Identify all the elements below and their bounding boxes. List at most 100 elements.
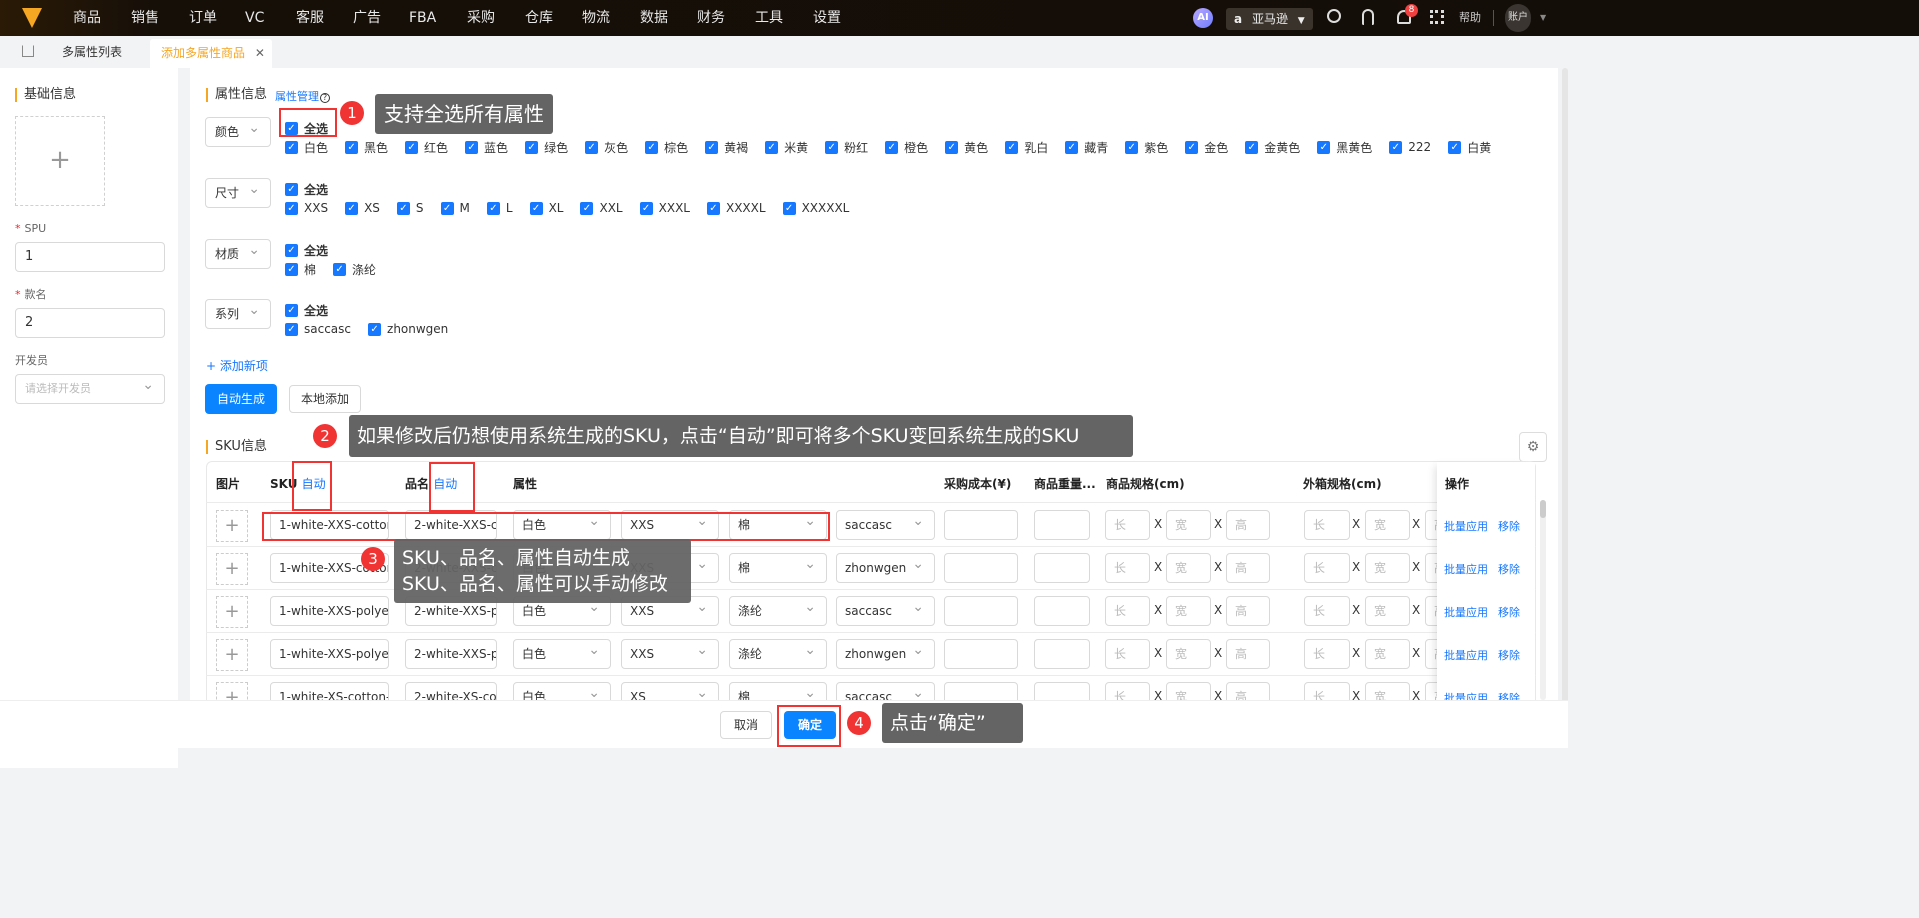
outer-width-input[interactable]: 宽: [1365, 510, 1410, 540]
attr-value-checkbox[interactable]: ✓ S: [396, 198, 424, 218]
attr-value-checkbox[interactable]: ✓ zhonwgen: [368, 319, 448, 339]
attr-value-checkbox[interactable]: ✓ XXL: [580, 198, 623, 218]
batch-apply-link[interactable]: 批量应用: [1444, 604, 1488, 620]
home-icon[interactable]: [22, 45, 34, 57]
spec-height-input[interactable]: 高: [1226, 553, 1270, 583]
row-image-upload[interactable]: +: [216, 553, 248, 585]
attr-group-select[interactable]: 材质: [205, 239, 271, 269]
nav-item[interactable]: FBA: [409, 0, 436, 36]
ai-button[interactable]: AI: [1193, 8, 1213, 28]
attr-group-select[interactable]: 颜色: [205, 117, 271, 147]
nav-item[interactable]: 财务: [697, 0, 725, 36]
outer-length-input[interactable]: 长: [1304, 596, 1350, 626]
tab-list[interactable]: 多属性列表: [62, 36, 122, 68]
attr-manage-link[interactable]: 属性管理?: [275, 88, 330, 104]
apps-grid-icon[interactable]: [1430, 10, 1444, 24]
attr-value-checkbox[interactable]: ✓ L: [486, 198, 513, 218]
weight-input[interactable]: [1034, 510, 1090, 540]
help-link[interactable]: 帮助: [1459, 0, 1481, 36]
spec-height-input[interactable]: 高: [1226, 596, 1270, 626]
batch-apply-link[interactable]: 批量应用: [1444, 561, 1488, 577]
attr-value-checkbox[interactable]: ✓ 绿色: [525, 137, 568, 157]
attr-value-checkbox[interactable]: ✓ 222: [1389, 137, 1431, 157]
spec-length-input[interactable]: 长: [1105, 639, 1150, 669]
attr-value-checkbox[interactable]: ✓ 黑色: [345, 137, 388, 157]
cost-input[interactable]: [944, 639, 1018, 669]
platform-selector[interactable]: a 亚马逊 ▼: [1226, 8, 1313, 30]
auto-generate-button[interactable]: 自动生成: [205, 384, 277, 414]
attr-value-checkbox[interactable]: ✓ XS: [345, 198, 380, 218]
outer-width-input[interactable]: 宽: [1365, 553, 1410, 583]
nav-item[interactable]: 仓库: [525, 0, 553, 36]
nav-item[interactable]: 广告: [353, 0, 381, 36]
attr-value-checkbox[interactable]: ✓ XXXXL: [706, 198, 766, 218]
series-select[interactable]: saccasc: [836, 593, 935, 626]
attr-value-checkbox[interactable]: ✓ 金色: [1185, 137, 1228, 157]
weight-input[interactable]: [1034, 596, 1090, 626]
weight-input[interactable]: [1034, 553, 1090, 583]
attr-value-checkbox[interactable]: ✓ 橙色: [885, 137, 928, 157]
select-all-checkbox[interactable]: ✓ 全选: [285, 240, 328, 260]
tab-add-product[interactable]: 添加多属性商品 ✕: [150, 39, 272, 68]
image-upload[interactable]: +: [15, 116, 105, 206]
nav-item[interactable]: 客服: [296, 0, 324, 36]
remove-link[interactable]: 移除: [1498, 604, 1520, 620]
attr-value-checkbox[interactable]: ✓ 紫色: [1125, 137, 1168, 157]
spec-width-input[interactable]: 宽: [1166, 553, 1211, 583]
spec-length-input[interactable]: 长: [1105, 553, 1150, 583]
attr-value-checkbox[interactable]: ✓ 灰色: [585, 137, 628, 157]
attr-value-checkbox[interactable]: ✓ 黑黄色: [1317, 137, 1372, 157]
outer-length-input[interactable]: 长: [1304, 553, 1350, 583]
cost-input[interactable]: [944, 553, 1018, 583]
attr-value-checkbox[interactable]: ✓ XXXXXL: [782, 198, 849, 218]
nav-item[interactable]: 物流: [582, 0, 610, 36]
nav-item[interactable]: 商品: [73, 0, 101, 36]
attr-value-checkbox[interactable]: ✓ 米黄: [765, 137, 808, 157]
spec-length-input[interactable]: 长: [1105, 510, 1150, 540]
batch-apply-link[interactable]: 批量应用: [1444, 647, 1488, 663]
select-all-checkbox[interactable]: ✓ 全选: [285, 179, 328, 199]
attr-value-checkbox[interactable]: ✓ 棕色: [645, 137, 688, 157]
attr-value-checkbox[interactable]: ✓ 黄色: [945, 137, 988, 157]
attr-value-checkbox[interactable]: ✓ 蓝色: [465, 137, 508, 157]
outer-width-input[interactable]: 宽: [1365, 639, 1410, 669]
close-icon[interactable]: ✕: [255, 46, 265, 60]
nav-item[interactable]: 采购: [467, 0, 495, 36]
nav-item[interactable]: 数据: [640, 0, 668, 36]
add-new-item-link[interactable]: + 添加新项: [206, 357, 268, 374]
outer-length-input[interactable]: 长: [1304, 639, 1350, 669]
row-image-upload[interactable]: +: [216, 596, 248, 628]
developer-select[interactable]: 请选择开发员: [15, 374, 165, 404]
column-settings-button[interactable]: ⚙: [1519, 432, 1547, 462]
series-select[interactable]: zhonwgen: [836, 636, 935, 669]
size-select[interactable]: XXS: [621, 636, 719, 669]
attr-group-select[interactable]: 系列: [205, 299, 271, 329]
cost-input[interactable]: [944, 596, 1018, 626]
sku-input[interactable]: 1-white-XXS-polyester: [270, 596, 389, 626]
spu-input[interactable]: 1: [15, 242, 165, 272]
attr-value-checkbox[interactable]: ✓ XXXL: [639, 198, 690, 218]
nav-item[interactable]: 工具: [755, 0, 783, 36]
series-select[interactable]: zhonwgen: [836, 550, 935, 583]
style-name-input[interactable]: 2: [15, 308, 165, 338]
nav-item[interactable]: 销售: [131, 0, 159, 36]
material-select[interactable]: 涤纶: [729, 593, 827, 626]
attr-value-checkbox[interactable]: ✓ 藏青: [1065, 137, 1108, 157]
nav-item[interactable]: VC: [245, 0, 264, 36]
attr-value-checkbox[interactable]: ✓ 涤纶: [333, 259, 376, 279]
cost-input[interactable]: [944, 510, 1018, 540]
attr-value-checkbox[interactable]: ✓ saccasc: [285, 319, 351, 339]
attr-value-checkbox[interactable]: ✓ 乳白: [1005, 137, 1048, 157]
spec-width-input[interactable]: 宽: [1166, 596, 1211, 626]
cancel-button[interactable]: 取消: [720, 711, 772, 739]
search-icon[interactable]: [1327, 9, 1341, 23]
attr-value-checkbox[interactable]: ✓ 黄褐: [705, 137, 748, 157]
series-select[interactable]: saccasc: [836, 507, 935, 540]
local-add-button[interactable]: 本地添加: [289, 385, 361, 413]
remove-link[interactable]: 移除: [1498, 518, 1520, 534]
spec-height-input[interactable]: 高: [1226, 510, 1270, 540]
attr-value-checkbox[interactable]: ✓ XL: [529, 198, 563, 218]
weight-input[interactable]: [1034, 639, 1090, 669]
attr-group-select[interactable]: 尺寸: [205, 178, 271, 208]
select-all-checkbox[interactable]: ✓ 全选: [285, 300, 328, 320]
